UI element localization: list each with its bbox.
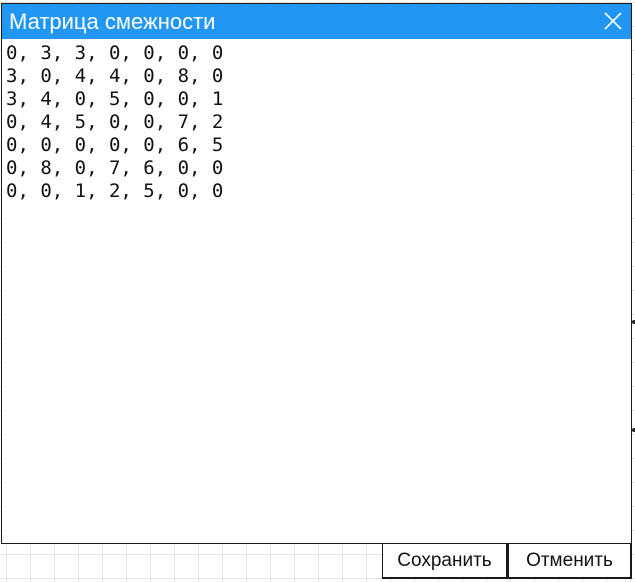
matrix-text-area[interactable]: 0, 3, 3, 0, 0, 0, 0 3, 0, 4, 4, 0, 8, 0 … [6,42,626,538]
close-button[interactable] [601,9,625,33]
cancel-button[interactable]: Отменить [508,543,632,579]
dialog-title: Матрица смежности [9,9,216,34]
adjacency-matrix-dialog: Матрица смежности 0, 3, 3, 0, 0, 0, 0 3,… [1,3,632,544]
save-button[interactable]: Сохранить [382,543,508,579]
dialog-titlebar: Матрица смежности [2,4,631,39]
close-icon [604,12,622,30]
canvas-background: { "dialog": { "title": "Матрица смежност… [0,0,635,582]
